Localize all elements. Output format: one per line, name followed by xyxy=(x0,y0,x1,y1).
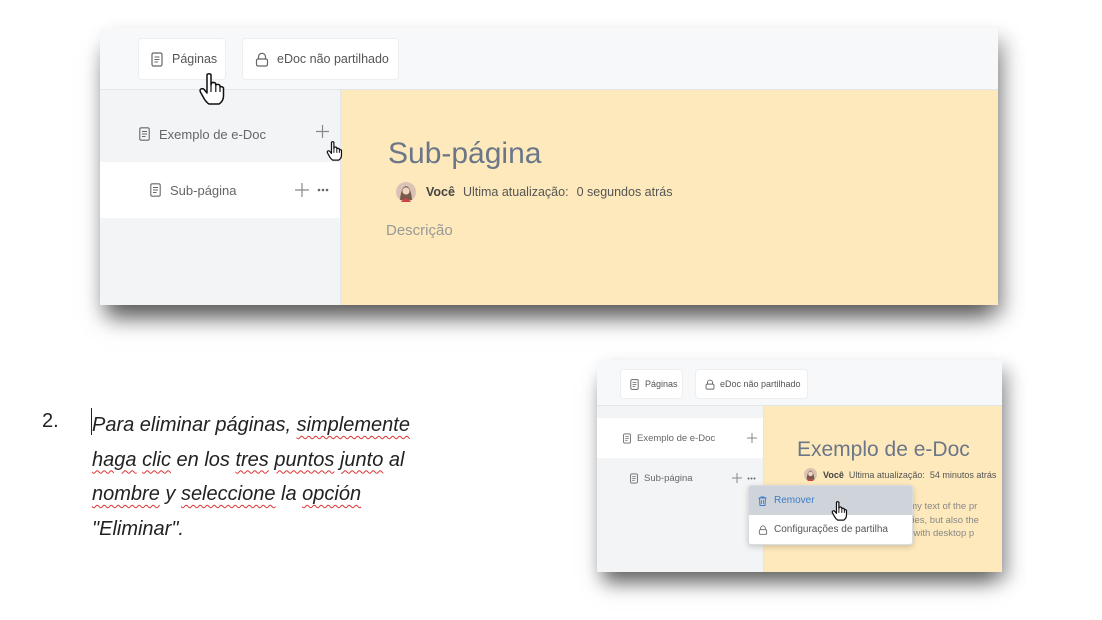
description-field[interactable]: Descrição xyxy=(386,222,453,239)
trash-icon xyxy=(758,496,767,506)
toolbar: Páginas eDoc não partilhado xyxy=(100,28,998,90)
misspelled-word: puntos xyxy=(274,448,335,471)
text-run: al xyxy=(383,448,405,471)
author-line: Você Ultima atualização: 0 segundos atrá… xyxy=(396,182,672,202)
share-status-label: eDoc não partilhado xyxy=(277,52,389,66)
author-name: Você xyxy=(823,469,844,480)
page-title[interactable]: Exemplo de e-Doc xyxy=(797,438,970,462)
sidebar-item-exemplo-de-edoc[interactable]: Exemplo de e-Doc xyxy=(597,418,763,458)
instruction-line: "Eliminar". xyxy=(92,512,512,547)
updated-label: Ultima atualização: xyxy=(462,185,569,199)
sidebar-item-sub-pagina[interactable]: Sub-página xyxy=(100,162,340,218)
page-tree-sidebar: Exemplo de e-Doc Sub-página xyxy=(100,90,341,305)
hand-pointer-cursor-icon xyxy=(326,140,343,162)
lock-icon xyxy=(705,379,715,390)
instruction-line: Para eliminar páginas, simplemente xyxy=(92,408,512,443)
document-icon xyxy=(630,378,639,390)
sidebar-item-label: Exemplo de e-Doc xyxy=(159,126,266,142)
hand-pointer-cursor-icon xyxy=(831,500,848,522)
share-status-button[interactable]: eDoc não partilhado xyxy=(695,369,808,399)
avatar xyxy=(804,468,817,481)
instruction-line: nombre y seleccione la opción xyxy=(92,477,512,512)
document-icon xyxy=(623,433,631,444)
updated-value: 0 segundos atrás xyxy=(576,185,673,199)
page-content: Sub-página Você Ultima atualização: 0 se… xyxy=(341,90,998,305)
text-run: y xyxy=(159,483,181,505)
more-dots-icon[interactable] xyxy=(747,477,756,480)
plus-icon[interactable] xyxy=(747,433,757,443)
screenshot-editor-context-menu: Páginas eDoc não partilhado Exemplo de e… xyxy=(597,360,1002,572)
pages-label: Páginas xyxy=(172,52,218,66)
pages-label: Páginas xyxy=(645,379,678,389)
toolbar: Páginas eDoc não partilhado xyxy=(597,360,1002,406)
avatar xyxy=(396,182,416,202)
updated-value: 54 minutos atrás xyxy=(929,469,997,480)
misspelled-word: junto xyxy=(339,448,384,471)
pages-button[interactable]: Páginas xyxy=(620,369,683,399)
misspelled-word: simplemente xyxy=(296,414,410,436)
instruction-line: haga clic en los tres puntos junto al xyxy=(92,443,512,478)
screenshot-editor-new-subpage: Páginas eDoc não partilhado Exemplo de e… xyxy=(100,28,998,305)
sidebar-item-label: Sub-página xyxy=(170,182,237,198)
misspelled-word: tres xyxy=(235,448,269,471)
sidebar-item-exemplo-de-edoc[interactable]: Exemplo de e-Doc xyxy=(100,106,340,162)
text-run: "Eliminar". xyxy=(92,517,184,540)
menu-item-label: Configurações de partilha xyxy=(774,524,888,535)
lock-icon xyxy=(255,52,269,67)
misspelled-word: haga xyxy=(92,448,137,471)
menu-item-label: Remover xyxy=(774,495,815,506)
step-number: 2. xyxy=(42,410,59,432)
sidebar-item-label: Exemplo de e-Doc xyxy=(637,432,716,444)
share-status-label: eDoc não partilhado xyxy=(720,379,801,389)
more-dots-icon[interactable] xyxy=(317,188,329,192)
text-run: en los xyxy=(170,448,236,471)
author-name: Você xyxy=(426,185,455,199)
plus-icon[interactable] xyxy=(732,473,742,483)
misspelled-word: clic xyxy=(142,448,171,471)
document-icon xyxy=(139,127,150,141)
plus-icon[interactable] xyxy=(295,183,309,197)
misspelled-word: nombre xyxy=(92,483,160,505)
document-icon xyxy=(151,51,163,67)
page-title[interactable]: Sub-página xyxy=(388,137,541,171)
share-status-button[interactable]: eDoc não partilhado xyxy=(242,38,399,80)
text-run: Para eliminar páginas, xyxy=(92,414,297,436)
plus-icon[interactable] xyxy=(316,125,329,138)
hand-pointer-cursor-icon xyxy=(198,72,226,106)
page-tree-sidebar: Exemplo de e-Doc Sub-página xyxy=(597,406,764,572)
sidebar-item-label: Sub-página xyxy=(644,472,693,484)
instruction-text: Para eliminar páginas, simplemente haga … xyxy=(92,408,512,546)
updated-label: Ultima atualização: xyxy=(848,469,925,480)
text-run: la xyxy=(275,483,303,505)
sidebar-item-sub-pagina[interactable]: Sub-página xyxy=(597,458,763,498)
document-icon xyxy=(630,473,638,484)
lock-icon xyxy=(758,524,768,535)
author-line: Você Ultima atualização: 54 minutos atrá… xyxy=(804,468,996,481)
misspelled-word: seleccione xyxy=(180,483,276,505)
misspelled-word: opción xyxy=(302,483,362,505)
document-icon xyxy=(150,183,161,197)
